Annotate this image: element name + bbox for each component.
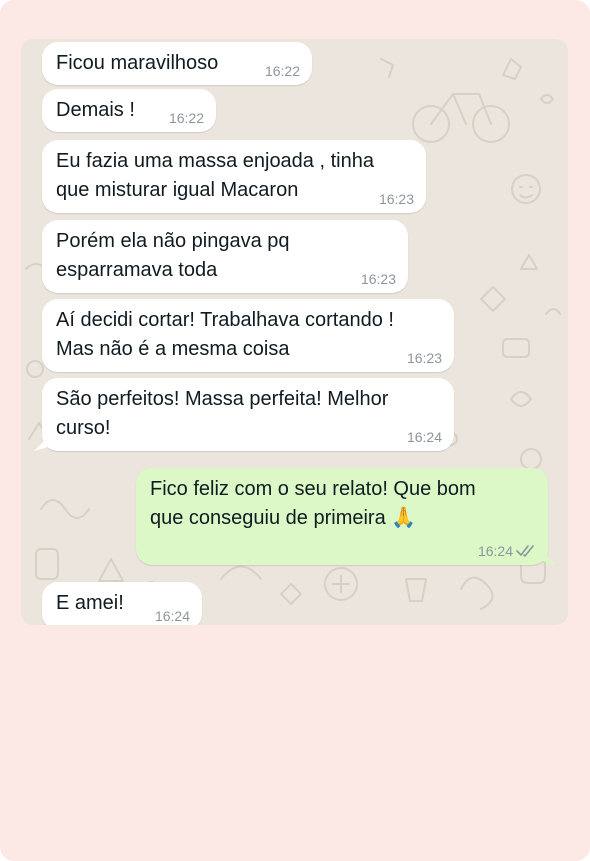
message-meta: 16:24 <box>478 543 536 559</box>
incoming-message[interactable]: Eu fazia uma massa enjoada , tinha que m… <box>42 140 426 213</box>
message-meta: 16:23 <box>379 191 414 207</box>
message-text: Eu fazia uma massa enjoada , tinha que m… <box>56 150 374 201</box>
message-timestamp: 16:24 <box>406 429 442 445</box>
message-timestamp: 16:22 <box>264 63 300 79</box>
message-meta: 16:24 <box>407 429 442 445</box>
outgoing-message[interactable]: Fico feliz com o seu relato! Que bom que… <box>136 468 556 565</box>
message-timestamp: 16:23 <box>360 271 396 287</box>
message-text: Aí decidi cortar! Trabalhava cortando ! … <box>56 309 394 360</box>
incoming-message[interactable]: E amei! 16:24 <box>42 582 202 625</box>
message-timestamp: 16:23 <box>378 191 414 207</box>
incoming-message[interactable]: São perfeitos! Massa perfeita! Melhor cu… <box>34 378 454 451</box>
message-meta: 16:24 <box>155 608 190 624</box>
incoming-message[interactable]: Porém ela não pingava pq esparramava tod… <box>42 220 408 293</box>
incoming-message[interactable]: Demais ! 16:22 <box>42 89 216 132</box>
message-meta: 16:22 <box>169 110 204 126</box>
bubble-tail <box>542 551 556 565</box>
incoming-message[interactable]: Ficou maravilhoso 16:22 <box>42 42 312 85</box>
message-meta: 16:23 <box>361 271 396 287</box>
incoming-message[interactable]: Aí decidi cortar! Trabalhava cortando ! … <box>42 299 454 372</box>
chat-conversation: Ficou maravilhoso 16:22 Demais ! 16:22 Eu fa… <box>21 39 568 625</box>
double-check-read-icon <box>516 545 534 557</box>
message-timestamp: 16:22 <box>168 110 204 126</box>
message-text: São perfeitos! Massa perfeita! Melhor cu… <box>56 388 389 439</box>
message-meta: 16:22 <box>265 63 300 79</box>
screenshot-card: Ficou maravilhoso 16:22 Demais ! 16:22 Eu fa… <box>0 0 590 861</box>
message-timestamp: 16:23 <box>406 350 442 366</box>
message-meta: 16:23 <box>407 350 442 366</box>
bubble-tail <box>34 437 48 451</box>
message-timestamp: 16:24 <box>477 543 513 559</box>
message-timestamp: 16:24 <box>154 608 190 624</box>
message-text: Ficou maravilhoso <box>56 52 219 74</box>
message-text: Porém ela não pingava pq esparramava tod… <box>56 230 290 281</box>
message-text: Fico feliz com o seu relato! Que bom que… <box>150 478 476 529</box>
